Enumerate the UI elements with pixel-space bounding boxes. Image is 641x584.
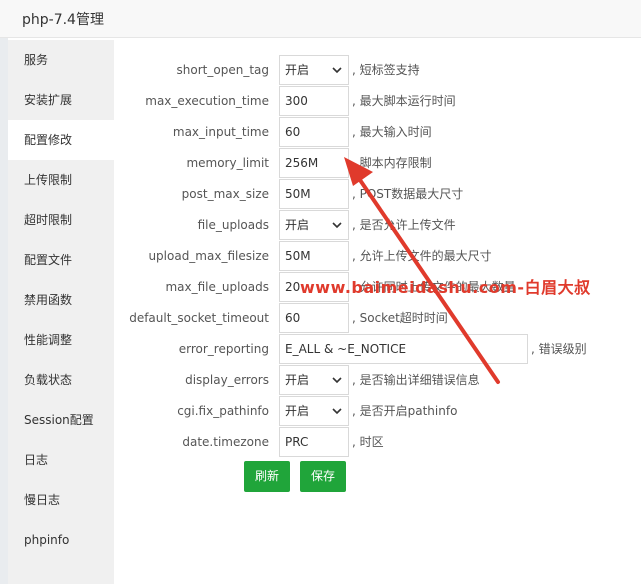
- watermark-text: www.baimeidashu.com-白眉大叔: [300, 278, 591, 297]
